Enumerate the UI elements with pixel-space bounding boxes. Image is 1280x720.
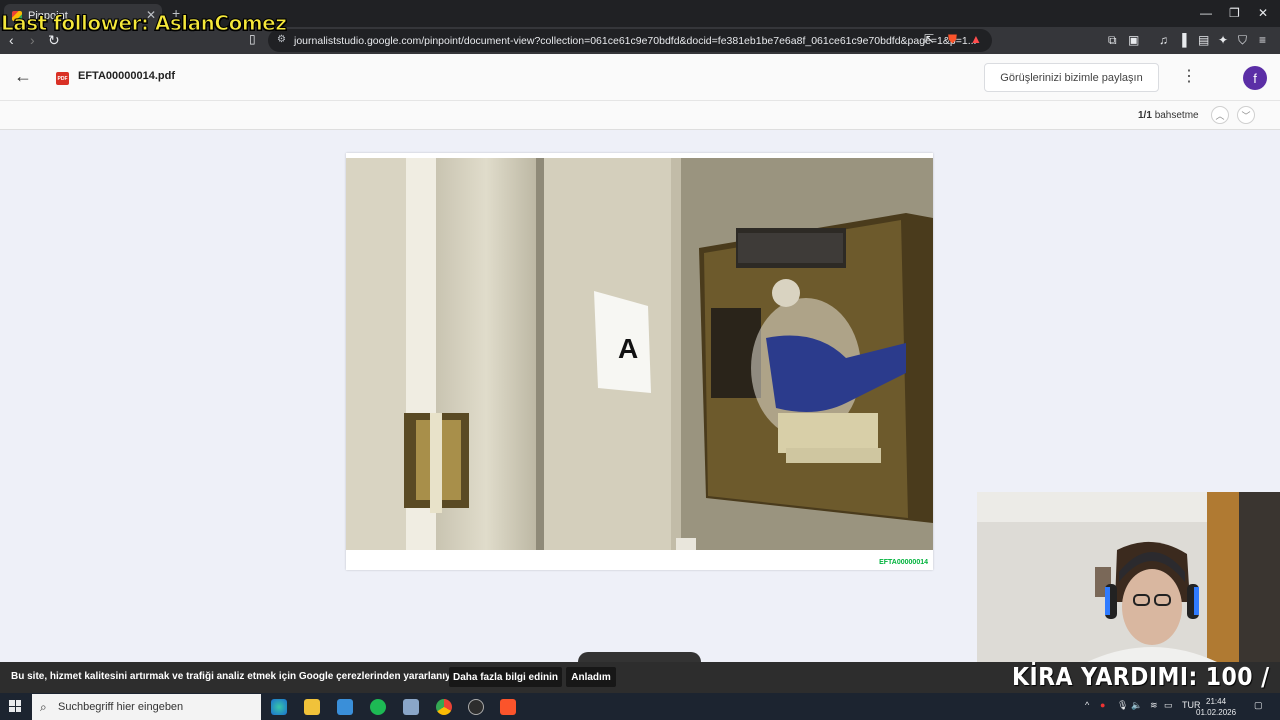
taskbar-search-input[interactable]: ⌕ Suchbegriff hier eingeben xyxy=(32,694,261,720)
sidebar-icon[interactable]: ▐ xyxy=(1178,33,1187,47)
store-icon[interactable] xyxy=(337,699,353,715)
media-icon[interactable]: ♫ xyxy=(1159,33,1168,47)
taskbar-clock[interactable]: 21:44 01.02.2026 xyxy=(1196,696,1236,718)
windows-start-icon[interactable] xyxy=(9,700,21,712)
next-mention-icon[interactable]: ﹀ xyxy=(1237,106,1255,124)
maximize-icon[interactable]: ❐ xyxy=(1229,6,1240,20)
microphone-icon[interactable]: 🎙 xyxy=(1117,700,1128,711)
user-avatar[interactable]: f xyxy=(1243,66,1267,90)
url-text: journaliststudio.google.com/pinpoint/doc… xyxy=(294,34,977,47)
document-id-stamp: EFTA00000014 xyxy=(879,559,928,566)
app-header: ← PDF EFTA00000014.pdf Görüşlerinizi biz… xyxy=(0,54,1280,101)
stream-rent-overlay: KİRA YARDIMI: 100 / 110 xyxy=(1012,662,1280,691)
tray-overflow-icon[interactable]: ^ xyxy=(1085,700,1089,710)
brave-shields-icon[interactable]: ⛊ xyxy=(948,32,957,47)
streamer-webcam xyxy=(977,492,1280,662)
extensions-icon[interactable]: ⧉ xyxy=(1108,33,1117,48)
site-info-icon[interactable]: ⚙ xyxy=(277,34,286,45)
chrome-icon[interactable] xyxy=(436,699,452,715)
close-window-icon[interactable]: ✕ xyxy=(1258,6,1268,20)
previous-mention-icon[interactable]: ︿ xyxy=(1211,106,1229,124)
door-sign-letter: A xyxy=(618,333,638,364)
vpn-icon[interactable]: ⛉ xyxy=(1238,33,1247,48)
pdf-file-icon: PDF xyxy=(56,72,69,85)
brave-rewards-icon[interactable]: ▲ xyxy=(970,32,982,46)
stream-follower-overlay: Last follower: AslanComez xyxy=(0,11,287,36)
accept-cookies-button[interactable]: Anladım xyxy=(566,667,616,687)
mentions-label: bahsetme xyxy=(1154,110,1199,121)
leo-ai-icon[interactable]: ✦ xyxy=(1218,33,1228,47)
tray-record-icon[interactable]: ● xyxy=(1100,700,1105,710)
back-arrow-icon[interactable]: ← xyxy=(14,66,32,87)
document-photo: A xyxy=(346,158,933,550)
share-icon[interactable]: ⇱ xyxy=(924,32,934,46)
network-icon[interactable]: ≋ xyxy=(1150,700,1158,711)
address-bar[interactable]: ⚙ journaliststudio.google.com/pinpoint/d… xyxy=(268,29,992,52)
wallet-icon[interactable]: ▤ xyxy=(1198,33,1209,47)
search-icon: ⌕ xyxy=(40,700,47,714)
clock-date: 01.02.2026 xyxy=(1196,708,1237,717)
windows-taskbar: ⌕ Suchbegriff hier eingeben ^ ● 🎙 🔈 ≋ ▭ … xyxy=(0,693,1280,720)
spotify-icon[interactable] xyxy=(370,699,386,715)
mentions-counter: 1/1 bahsetme xyxy=(1138,110,1199,121)
minimize-icon[interactable]: — xyxy=(1200,6,1212,20)
notifications-icon[interactable]: ▢ xyxy=(1254,700,1263,711)
search-placeholder: Suchbegriff hier eingeben xyxy=(58,701,184,713)
door-and-portrait-image: A xyxy=(346,158,933,550)
cookie-message: Bu site, hizmet kalitesini artırmak ve t… xyxy=(11,671,463,682)
file-explorer-icon[interactable] xyxy=(304,699,320,715)
mentions-count: 1/1 xyxy=(1138,110,1152,121)
document-page: A EFTA00000014 xyxy=(346,153,933,570)
learn-more-button[interactable]: Daha fazla bilgi edinin xyxy=(449,667,562,687)
volume-icon[interactable]: 🔈 xyxy=(1131,700,1142,711)
clock-time: 21:44 xyxy=(1206,697,1227,706)
edge-icon[interactable] xyxy=(271,699,287,715)
obs-icon[interactable] xyxy=(468,699,484,715)
calculator-icon[interactable] xyxy=(403,699,419,715)
brave-taskbar-icon[interactable] xyxy=(500,699,516,715)
document-filename: EFTA00000014.pdf xyxy=(78,70,176,82)
menu-icon[interactable]: ≡ xyxy=(1259,33,1266,47)
webcam-image xyxy=(977,492,1280,662)
battery-icon[interactable]: ▭ xyxy=(1164,700,1173,711)
feedback-button[interactable]: Görüşlerinizi bizimle paylaşın xyxy=(984,63,1159,92)
mentions-bar: 1/1 bahsetme ︿ ﹀ xyxy=(0,101,1280,130)
more-options-icon[interactable]: ⋮ xyxy=(1181,66,1197,86)
screenshot-icon[interactable]: ▣ xyxy=(1128,33,1139,47)
